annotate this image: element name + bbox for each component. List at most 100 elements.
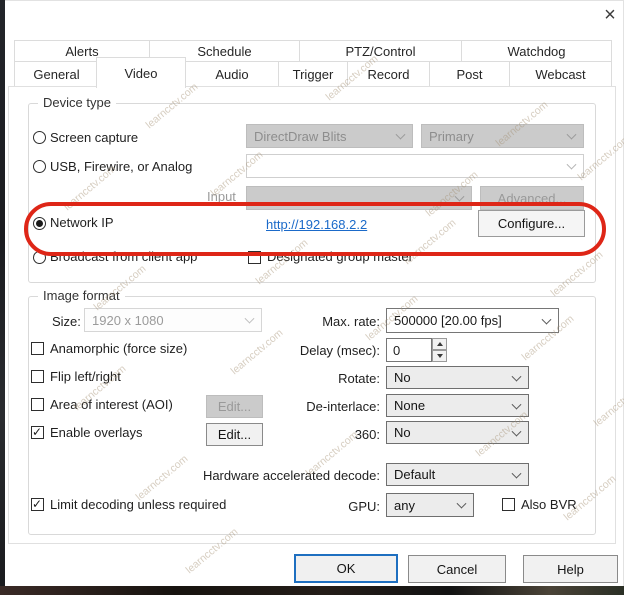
input-dropdown [246, 186, 472, 210]
aoi-checkbox[interactable] [31, 398, 44, 411]
tab-watchdog[interactable]: Watchdog [461, 40, 612, 62]
tab-label: Post [456, 67, 482, 82]
close-button[interactable]: × [598, 3, 622, 27]
anamorphic-checkbox[interactable] [31, 342, 44, 355]
limit-decoding-checkbox[interactable] [31, 498, 44, 511]
delay-value: 0 [393, 343, 400, 358]
chevron-down-icon [512, 426, 522, 436]
ok-button-label: OK [337, 561, 356, 576]
tab-label: Webcast [535, 67, 585, 82]
screen-capture-radio[interactable] [33, 131, 46, 144]
chevron-down-icon [567, 130, 577, 140]
tab-label: Audio [215, 67, 248, 82]
display-value: Primary [429, 129, 474, 144]
chevron-down-icon [512, 399, 522, 409]
chevron-down-icon [567, 160, 577, 170]
enable-overlays-checkbox[interactable] [31, 426, 44, 439]
aoi-label: Area of interest (AOI) [50, 397, 173, 412]
size-dropdown: 1920 x 1080 [84, 308, 262, 332]
overlays-edit-button[interactable]: Edit... [206, 423, 263, 446]
network-ip-radio[interactable] [33, 217, 46, 230]
tab-label: PTZ/Control [345, 44, 415, 59]
directdraw-value: DirectDraw Blits [254, 129, 346, 144]
tab-audio[interactable]: Audio [185, 61, 279, 87]
broadcast-radio[interactable] [33, 251, 46, 264]
flip-label: Flip left/right [50, 369, 121, 384]
directdraw-dropdown: DirectDraw Blits [246, 124, 413, 148]
max-rate-dropdown[interactable]: 500000 [20.00 fps] [386, 308, 559, 333]
close-icon: × [604, 5, 616, 25]
chevron-down-icon [245, 314, 255, 324]
usb-radio[interactable] [33, 160, 46, 173]
advanced-button-label: Advanced... [498, 191, 567, 206]
hw-decode-dropdown[interactable]: Default [386, 463, 529, 486]
tab-video-active[interactable]: Video [96, 57, 186, 88]
tab-ptz-control[interactable]: PTZ/Control [299, 40, 462, 62]
tab-record[interactable]: Record [347, 61, 430, 87]
limit-decoding-label: Limit decoding unless required [50, 497, 226, 512]
configure-button[interactable]: Configure... [478, 210, 585, 237]
chevron-down-icon [457, 499, 467, 509]
help-button[interactable]: Help [523, 555, 618, 583]
size-label: Size: [52, 314, 81, 329]
input-label: Input [207, 189, 236, 204]
gpu-label: GPU: [330, 499, 380, 514]
deinterlace-value: None [394, 398, 425, 413]
gpu-dropdown[interactable]: any [386, 493, 474, 517]
deinterlace-dropdown[interactable]: None [386, 394, 529, 417]
chevron-down-icon [512, 371, 522, 381]
rotate-value: No [394, 370, 411, 385]
configure-button-label: Configure... [498, 216, 565, 231]
screen-capture-label: Screen capture [50, 130, 138, 145]
hw-decode-label: Hardware accelerated decode: [180, 468, 380, 483]
gpu-value: any [394, 498, 415, 513]
max-rate-label: Max. rate: [290, 314, 380, 329]
tab-label: Record [368, 67, 410, 82]
anamorphic-label: Anamorphic (force size) [50, 341, 187, 356]
tab-post[interactable]: Post [429, 61, 510, 87]
network-url-link[interactable]: http://192.168.2.2 [266, 217, 367, 232]
rotate-dropdown[interactable]: No [386, 366, 529, 389]
delay-spin-down-button[interactable] [432, 350, 447, 362]
also-bvr-label: Also BVR [521, 497, 577, 512]
tab-label: General [33, 67, 79, 82]
cancel-button-label: Cancel [437, 562, 477, 577]
max-rate-value: 500000 [20.00 fps] [394, 313, 502, 328]
tab-label: Alerts [65, 44, 98, 59]
usb-label: USB, Firewire, or Analog [50, 159, 192, 174]
tab-label: Schedule [197, 44, 251, 59]
deg360-dropdown[interactable]: No [386, 421, 529, 444]
designated-group-master-checkbox[interactable] [248, 251, 261, 264]
usb-device-dropdown[interactable] [246, 154, 584, 178]
tab-general[interactable]: General [14, 61, 99, 87]
advanced-button: Advanced... [480, 186, 584, 210]
chevron-down-icon [396, 130, 406, 140]
flip-checkbox[interactable] [31, 370, 44, 383]
tab-label: Trigger [293, 67, 334, 82]
delay-input[interactable]: 0 [386, 338, 432, 362]
also-bvr-checkbox[interactable] [502, 498, 515, 511]
arrow-up-icon [437, 342, 443, 346]
tab-label: Video [124, 66, 157, 81]
enable-overlays-label: Enable overlays [50, 425, 143, 440]
tab-trigger[interactable]: Trigger [278, 61, 348, 87]
delay-spin-up-button[interactable] [432, 338, 447, 350]
rotate-label: Rotate: [300, 371, 380, 386]
overlays-edit-button-label: Edit... [218, 427, 251, 442]
deg360-label: 360: [300, 427, 380, 442]
ok-button[interactable]: OK [294, 554, 398, 583]
designated-group-master-label: Designated group master [267, 249, 413, 264]
broadcast-label: Broadcast from client app [50, 249, 197, 264]
arrow-down-icon [437, 354, 443, 358]
tab-webcast[interactable]: Webcast [509, 61, 612, 87]
deinterlace-label: De-interlace: [280, 399, 380, 414]
display-dropdown: Primary [421, 124, 584, 148]
chevron-down-icon [542, 314, 552, 324]
tab-label: Watchdog [507, 44, 565, 59]
delay-label: Delay (msec): [280, 343, 380, 358]
deg360-value: No [394, 425, 411, 440]
chevron-down-icon [512, 468, 522, 478]
cancel-button[interactable]: Cancel [408, 555, 506, 583]
desktop-bottom-strip [0, 586, 624, 595]
hw-decode-value: Default [394, 467, 435, 482]
